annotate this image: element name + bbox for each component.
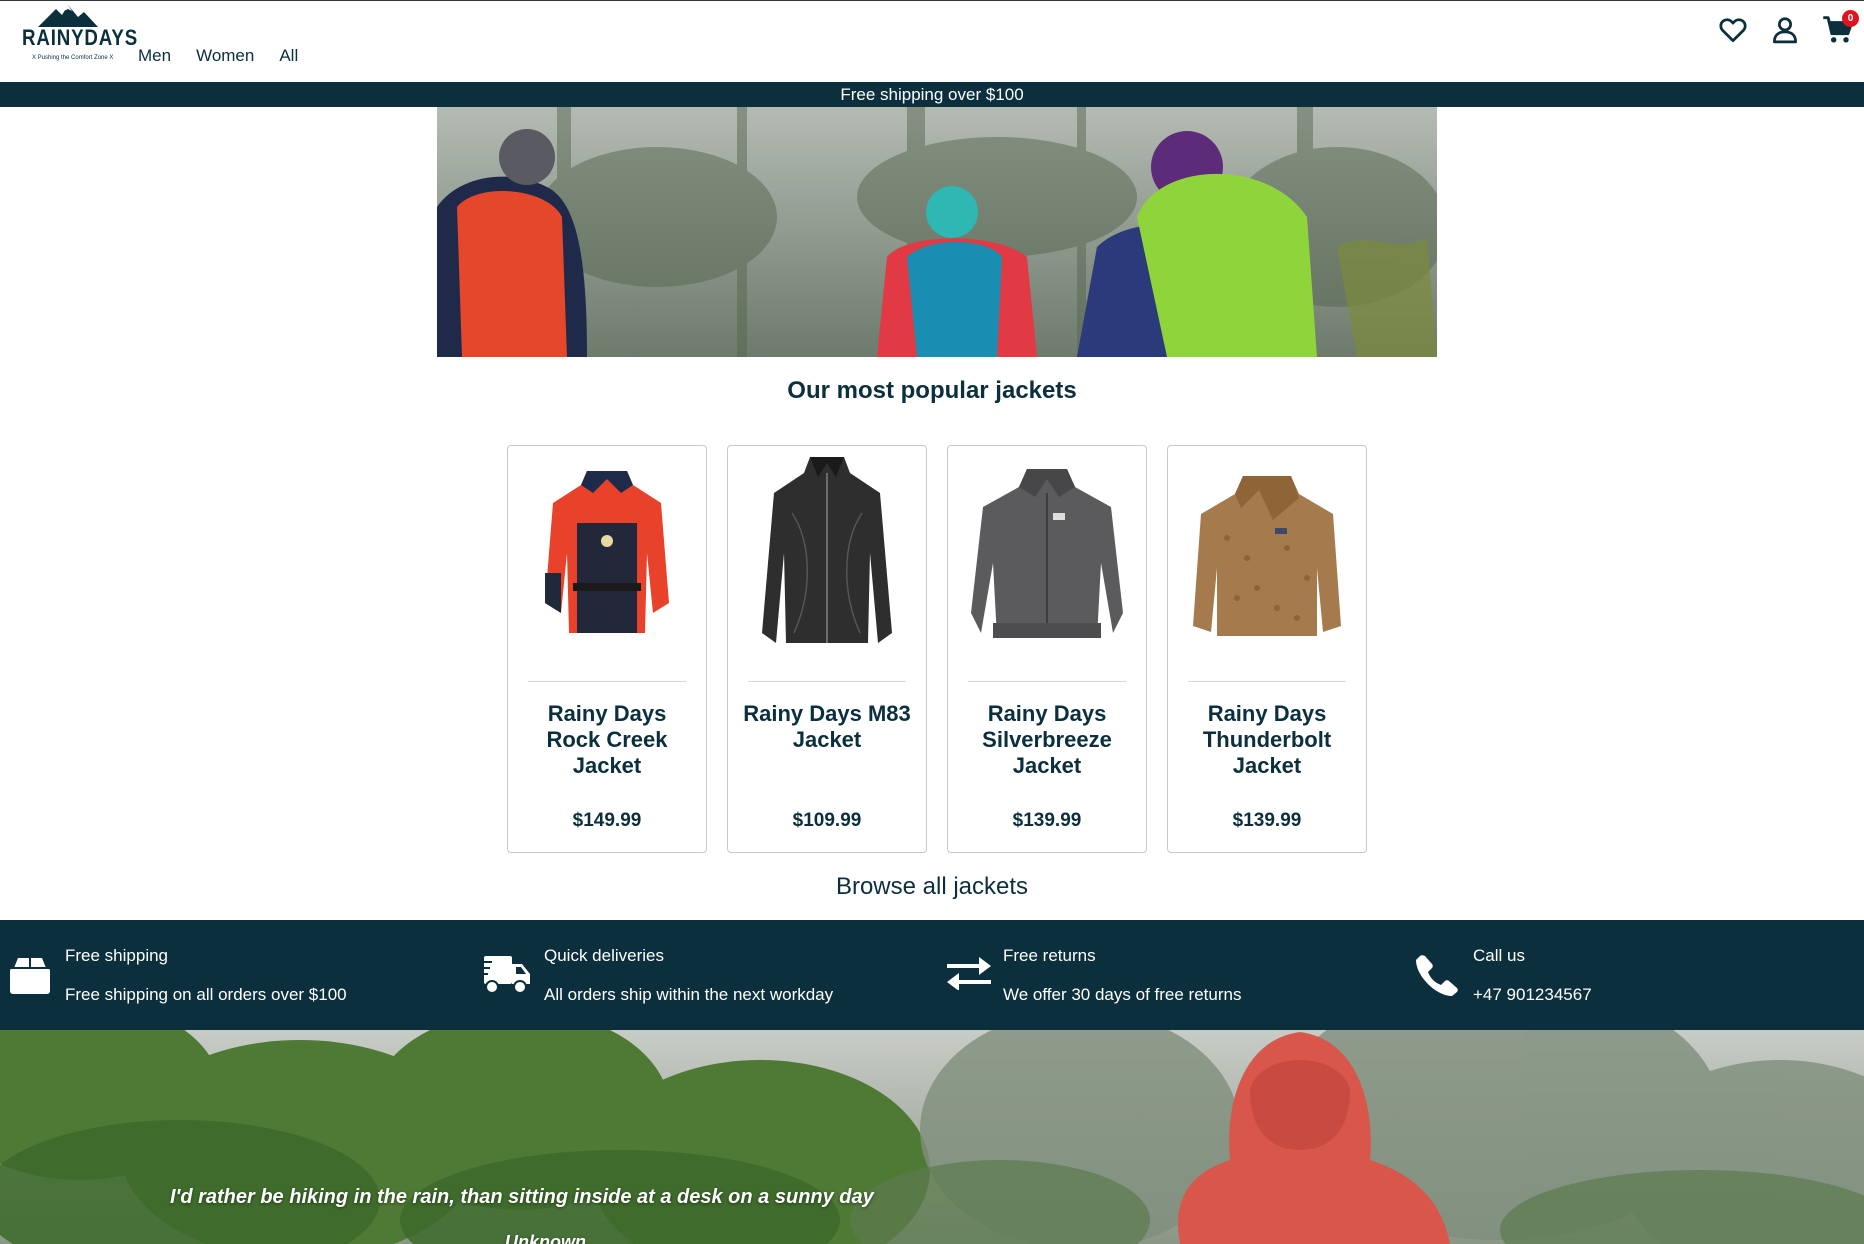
card-divider — [748, 681, 906, 682]
nav-link-women[interactable]: Women — [196, 46, 254, 66]
product-image — [1180, 458, 1354, 648]
box-icon — [10, 958, 50, 994]
main-nav: Men Women All — [138, 46, 298, 66]
feature-title: Free shipping — [65, 946, 169, 965]
section-title: Our most popular jackets — [787, 377, 1077, 404]
feature-title: Call us — [1473, 946, 1525, 965]
feature-text: Free shipping on all orders over $100 — [65, 985, 347, 1004]
feature-text[interactable]: +47 901234567 — [1473, 985, 1592, 1005]
feature-title: Quick deliveries — [544, 946, 664, 965]
quote-author: Unknown — [505, 1232, 586, 1244]
browse-all-link[interactable]: Browse all jackets — [0, 873, 1864, 901]
jacket-icon — [762, 457, 892, 643]
cart-button[interactable]: 0 — [1822, 10, 1859, 49]
logo-tagline: X Pushing the Comfort Zone X — [32, 55, 114, 61]
product-name[interactable]: Rainy Days M83 Jacket — [738, 701, 916, 753]
cart-count-badge: 0 — [1842, 10, 1859, 27]
product-card[interactable]: Rainy Days Silverbreeze Jacket $139.99 — [947, 445, 1147, 853]
wishlist-button[interactable] — [1718, 15, 1752, 49]
product-price: $139.99 — [1232, 810, 1302, 831]
nav-link-men[interactable]: Men — [138, 46, 171, 66]
nav-link-all[interactable]: All — [279, 46, 298, 66]
product-card[interactable]: Rainy Days Rock Creek Jacket $149.99 — [507, 445, 707, 853]
feature-title: Free returns — [1003, 946, 1096, 965]
product-name[interactable]: Rainy Days Rock Creek Jacket — [518, 701, 696, 779]
product-name[interactable]: Rainy Days Thunderbolt Jacket — [1178, 701, 1356, 779]
feature-text: We offer 30 days of free returns — [1003, 985, 1242, 1004]
card-divider — [1188, 681, 1346, 682]
product-image — [960, 458, 1134, 648]
jacket-icon — [545, 471, 669, 633]
product-image — [520, 458, 694, 648]
truck-icon — [478, 956, 530, 994]
jacket-icon — [971, 469, 1123, 638]
logo-wordmark: RAINYDAYS — [22, 25, 139, 50]
hero-image — [437, 107, 1437, 357]
heart-icon — [1719, 18, 1747, 42]
phone-icon — [1416, 955, 1458, 996]
header-actions: 0 — [1704, 10, 1864, 55]
product-list: Rainy Days Rock Creek Jacket $149.99 Rai… — [507, 445, 1367, 853]
forest-background — [0, 1030, 1864, 1244]
quote-text: I'd rather be hiking in the rain, than s… — [170, 1186, 874, 1208]
quote-banner: I'd rather be hiking in the rain, than s… — [0, 1030, 1864, 1244]
site-header: RAINYDAYS X Pushing the Comfort Zone X M… — [0, 0, 1864, 82]
product-price: $149.99 — [572, 810, 642, 831]
product-name[interactable]: Rainy Days Silverbreeze Jacket — [958, 701, 1136, 779]
product-image — [740, 457, 914, 648]
exchange-icon — [947, 957, 991, 990]
card-divider — [528, 681, 686, 682]
logo[interactable]: RAINYDAYS X Pushing the Comfort Zone X — [18, 3, 137, 67]
promo-bar: Free shipping over $100 — [0, 82, 1864, 107]
jacket-icon — [1193, 476, 1341, 636]
product-price: $139.99 — [1012, 810, 1082, 831]
product-card[interactable]: Rainy Days Thunderbolt Jacket $139.99 — [1167, 445, 1367, 853]
user-icon — [1773, 17, 1797, 44]
hikers-illustration — [437, 107, 1437, 357]
feature-text: All orders ship within the next workday — [544, 985, 834, 1004]
product-price: $109.99 — [792, 810, 862, 831]
features-bar: Free shipping Free shipping on all order… — [0, 920, 1864, 1030]
card-divider — [968, 681, 1126, 682]
account-button[interactable] — [1770, 15, 1804, 49]
product-card[interactable]: Rainy Days M83 Jacket $109.99 — [727, 445, 927, 853]
